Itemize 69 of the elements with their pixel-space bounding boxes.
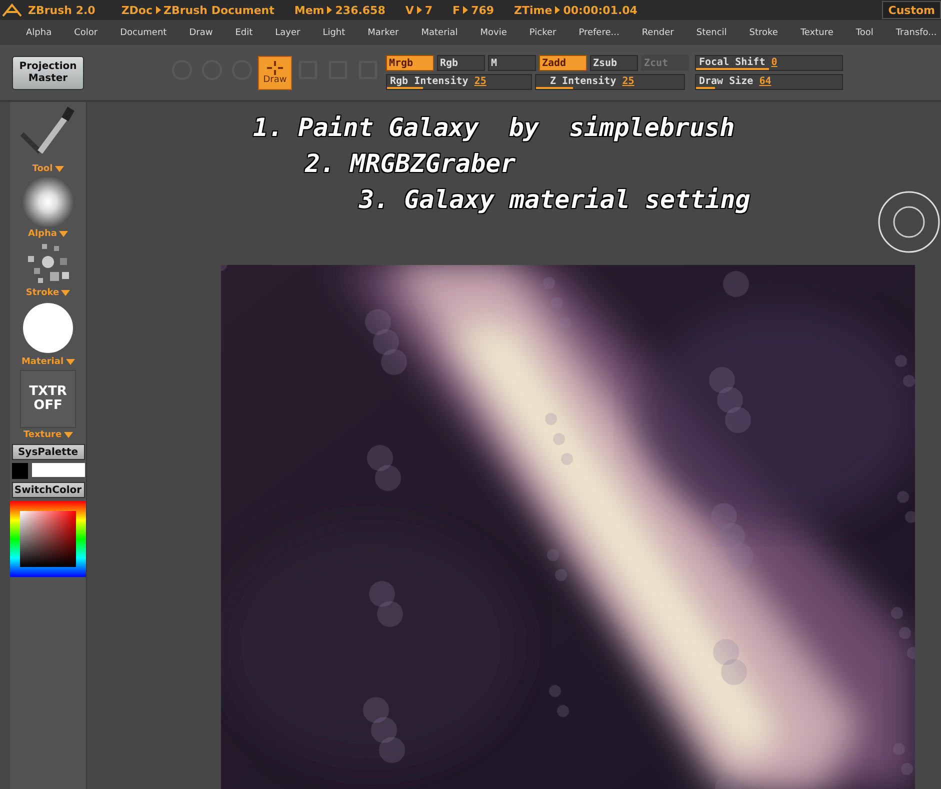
arrow-icon (463, 6, 468, 14)
menu-item[interactable]: Stroke (749, 28, 778, 38)
canvas-note: 2. MRGBZGraber (304, 148, 517, 180)
status-value: ZBrush Document (164, 4, 274, 16)
value-slider[interactable]: Focal Shift 0 (695, 55, 843, 71)
color-picker[interactable] (10, 501, 86, 577)
menu-item[interactable]: Render (642, 28, 674, 38)
menu-item[interactable]: Color (74, 28, 98, 38)
sidebar-menu-button[interactable]: Stroke (26, 286, 70, 299)
channel-button[interactable]: M (488, 55, 536, 71)
material-sphere-icon[interactable] (23, 303, 73, 353)
intensity-slider[interactable]: Z Intensity 25 (535, 74, 685, 90)
value-slider[interactable]: Draw Size 64 (695, 74, 843, 90)
switchcolor-button[interactable]: SwitchColor (12, 482, 84, 498)
channel-button[interactable]: Zadd (539, 55, 587, 71)
sidebar-menu-button[interactable]: Material (21, 355, 75, 368)
intensity-slider[interactable]: Rgb Intensity 25 (386, 74, 532, 90)
status-value: 00:00:01.04 (563, 4, 638, 16)
caret-icon[interactable] (64, 432, 73, 438)
projection-master-button[interactable]: Projection Master (12, 56, 84, 90)
status-value: 236.658 (335, 4, 386, 16)
canvas-note: 3. Galaxy material setting (358, 184, 752, 216)
caret-icon[interactable] (58, 230, 68, 236)
app-title: ZBrush 2.0 (28, 4, 96, 16)
syspalette-button[interactable]: SysPalette (12, 444, 84, 460)
menu-item[interactable]: Stencil (696, 28, 727, 38)
menu-item[interactable]: Edit (235, 28, 253, 38)
status-label: ZDoc (121, 4, 152, 16)
zbrush-logo-icon (2, 3, 22, 17)
custom-button[interactable]: Custom (882, 1, 941, 19)
canvas-note: 1. Paint Galaxy by simplebrush (253, 112, 736, 144)
menu-item[interactable]: Tool (856, 28, 874, 38)
menu-item[interactable]: Material (421, 28, 458, 38)
arrow-icon (416, 6, 422, 14)
navigation-circle-icon[interactable] (877, 190, 941, 254)
menu-item[interactable]: Prefere... (578, 28, 620, 38)
status-value: 769 (471, 4, 494, 16)
status-label: F (452, 4, 460, 16)
status-label: Mem (294, 4, 324, 16)
arrow-icon (327, 6, 332, 14)
sidebar-menu-button[interactable]: Texture (23, 428, 73, 441)
menu-item[interactable]: Light (322, 28, 346, 38)
menu-item[interactable]: Draw (189, 28, 213, 38)
draw-button[interactable]: Draw (258, 56, 292, 90)
texture-thumbnail[interactable]: TXTR OFF (20, 370, 76, 428)
sidebar-menu-button[interactable]: Alpha (28, 227, 68, 240)
status-label: ZTime (514, 4, 552, 16)
menu-item[interactable]: Layer (275, 28, 300, 38)
status-label: V (405, 4, 414, 16)
caret-icon[interactable] (66, 358, 75, 364)
crosshair-icon (267, 60, 283, 74)
secondary-color-swatch[interactable] (32, 463, 84, 477)
main-color-swatch[interactable] (12, 463, 28, 479)
menu-item[interactable]: Document (120, 28, 167, 38)
caret-icon[interactable] (61, 290, 70, 296)
menu-item[interactable]: Alpha (26, 28, 52, 38)
menu-item[interactable]: Picker (529, 28, 556, 38)
menu-item[interactable]: Marker (368, 28, 399, 38)
sidebar-menu-button[interactable]: Tool (32, 162, 64, 175)
menu-item[interactable]: Transfo... (896, 28, 937, 38)
caret-icon[interactable] (54, 166, 64, 172)
channel-button[interactable]: Zsub (590, 55, 638, 71)
status-value: 7 (424, 4, 433, 16)
menu-item[interactable]: Movie (480, 28, 507, 38)
channel-button[interactable]: Rgb (437, 55, 485, 71)
arrow-icon (555, 6, 560, 14)
arrow-icon (156, 6, 160, 14)
menu-item[interactable]: Texture (800, 28, 834, 38)
channel-button[interactable]: Mrgb (386, 55, 434, 71)
